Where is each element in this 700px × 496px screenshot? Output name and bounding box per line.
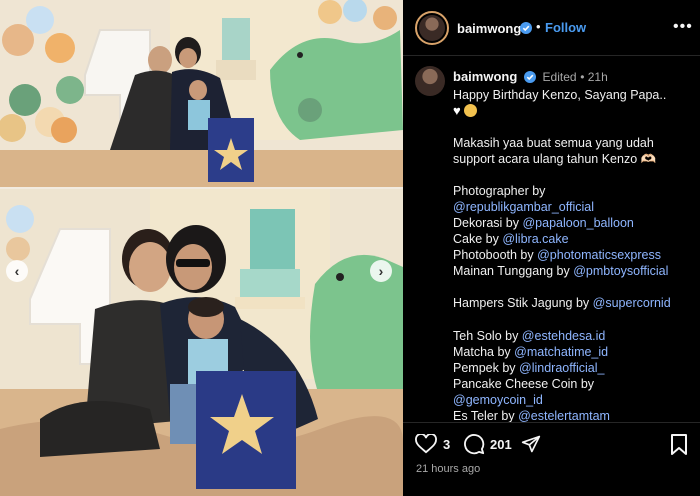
photo-group-bottom <box>0 189 403 496</box>
party-photo-bottom <box>0 189 403 496</box>
verified-badge-icon <box>520 22 532 34</box>
credit-line: Teh Solo by @estehdesa.id <box>453 328 693 345</box>
credit-label: Photographer by <box>453 184 546 198</box>
caption-avatar[interactable] <box>415 66 445 96</box>
post-media[interactable]: ‹ › <box>0 0 403 496</box>
more-options-icon[interactable]: ••• <box>673 18 693 36</box>
caption-emoji-line: ♥ <box>453 103 693 120</box>
post-actions: 3 201 21 hours ago <box>403 422 700 496</box>
credit-label: Teh Solo by <box>453 329 522 343</box>
credit-label: Mainan Tunggang by <box>453 264 574 278</box>
mention-link[interactable]: @lindraofficial_ <box>519 361 604 375</box>
caption-area[interactable]: baimwong Edited • 21h Happy Birthday Ken… <box>403 57 700 422</box>
heart-icon[interactable] <box>415 434 437 454</box>
mention-link[interactable]: @matchatime_id <box>514 345 608 359</box>
edited-label: Edited <box>542 70 577 84</box>
share-icon[interactable] <box>521 434 541 454</box>
post-header: baimwong • Follow ••• <box>403 0 700 56</box>
mention-link[interactable]: @gemoycoin_id <box>453 392 693 409</box>
author-username[interactable]: baimwong <box>457 21 521 36</box>
credit-line: Photobooth by @photomaticsexpress <box>453 247 693 264</box>
credit-line: Pempek by @lindraofficial_ <box>453 360 693 377</box>
caption-header: baimwong Edited • 21h <box>453 69 608 84</box>
credit-label: Hampers Stik Jagung by <box>453 296 593 310</box>
mention-link[interactable]: @papaloon_balloon <box>522 216 633 230</box>
smiling-face-emoji-icon <box>464 104 478 117</box>
credit-label: Es Teler by <box>453 409 519 422</box>
mention-link[interactable]: @pmbtoysofficial <box>573 264 668 278</box>
caption-line: Happy Birthday Kenzo, Sayang Papa.. <box>453 88 667 102</box>
mention-link[interactable]: @libra.cake <box>502 232 568 246</box>
credit-line: Mainan Tunggang by @pmbtoysofficial <box>453 263 693 280</box>
header-separator: • <box>536 19 541 34</box>
heart-emoji-icon: ♥ <box>453 103 461 118</box>
mention-link[interactable]: @republikgambar_official <box>453 199 693 216</box>
like-count[interactable]: 3 <box>443 437 450 452</box>
mention-link[interactable]: @photomaticsexpress <box>537 248 661 262</box>
next-photo-button[interactable]: › <box>370 260 392 282</box>
bookmark-icon[interactable] <box>670 434 688 455</box>
caption-line: support acara ulang tahun Kenzo 🫶🏻 <box>453 152 657 166</box>
author-avatar[interactable] <box>415 11 449 45</box>
credit-label: Dekorasi by <box>453 216 523 230</box>
comment-icon[interactable] <box>463 433 485 455</box>
caption-username[interactable]: baimwong <box>453 69 517 84</box>
credit-label: Cake by <box>453 232 503 246</box>
credit-label: Photobooth by <box>453 248 538 262</box>
photo-group-top <box>0 0 403 187</box>
post-timestamp[interactable]: 21 hours ago <box>416 463 480 475</box>
credit-label: Pancake Cheese Coin by <box>453 377 595 391</box>
mention-link[interactable]: @estehdesa.id <box>522 329 606 343</box>
post-age: 21h <box>587 70 608 84</box>
comment-count[interactable]: 201 <box>490 437 512 452</box>
credit-line: Es Teler by @estelertamtam <box>453 408 693 422</box>
mention-link[interactable]: @estelertamtam <box>518 409 610 422</box>
post-panel: baimwong • Follow ••• baimwong Edited • … <box>403 0 700 496</box>
credit-line: Dekorasi by @papaloon_balloon <box>453 215 693 232</box>
party-photo-top <box>0 0 403 187</box>
credit-line: Cake by @libra.cake <box>453 231 693 248</box>
verified-badge-icon <box>523 71 536 83</box>
credit-line: Matcha by @matchatime_id <box>453 344 693 361</box>
credit-label: Pempek by <box>453 361 520 375</box>
caption-line: Makasih yaa buat semua yang udah <box>453 136 654 150</box>
follow-button[interactable]: Follow <box>545 20 586 35</box>
credit-label: Matcha by <box>453 345 515 359</box>
previous-photo-button[interactable]: ‹ <box>6 260 28 282</box>
credit-line: Hampers Stik Jagung by @supercornid <box>453 295 693 312</box>
mention-link[interactable]: @supercornid <box>593 296 671 310</box>
